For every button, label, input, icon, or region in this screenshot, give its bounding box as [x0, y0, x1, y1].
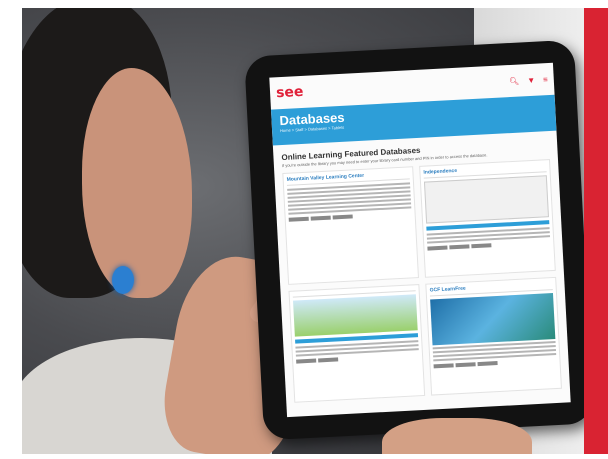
red-edge-bar [584, 8, 608, 454]
database-card[interactable]: Independence [419, 159, 556, 278]
person-face [82, 68, 192, 298]
logo-text: see [275, 83, 304, 102]
database-card[interactable]: Mountain Valley Learning Center [282, 166, 419, 285]
database-card[interactable]: GCF LearnFree [425, 276, 562, 396]
database-grid: Mountain Valley Learning Center Independ… [282, 159, 562, 403]
main-content: Online Learning Featured Databases If yo… [273, 131, 570, 410]
tablet-screen: see 🔍︎ ▼ ≡ Databases Home > Staff > Data… [269, 62, 571, 418]
hand-right [382, 418, 532, 454]
search-icon[interactable]: 🔍︎ [509, 76, 520, 86]
card-image [293, 294, 418, 337]
header-icons: 🔍︎ ▼ ≡ [509, 75, 548, 86]
card-image [423, 175, 549, 224]
earring [112, 266, 134, 294]
menu-icon[interactable]: ≡ [543, 75, 548, 84]
photo: see 🔍︎ ▼ ≡ Databases Home > Staff > Data… [22, 8, 584, 454]
site-logo: see [276, 83, 304, 102]
location-pin-icon[interactable]: ▼ [527, 75, 535, 84]
database-card[interactable] [288, 284, 426, 403]
tablet-device: see 🔍︎ ▼ ≡ Databases Home > Staff > Data… [244, 39, 584, 441]
card-image [430, 293, 556, 346]
